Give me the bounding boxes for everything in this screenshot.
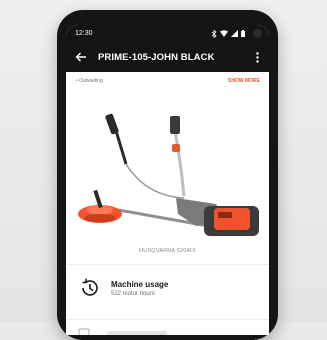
info-row: • Outwaiting SHOW MORE bbox=[66, 72, 269, 86]
phone-screen: 12:30 PRIME-105-JOHN BLACK • Outwaiting … bbox=[66, 25, 269, 335]
signal-icon bbox=[231, 30, 238, 37]
more-vertical-icon[interactable] bbox=[251, 48, 263, 66]
app-bar: PRIME-105-JOHN BLACK bbox=[66, 42, 269, 72]
partial-list-item[interactable] bbox=[66, 320, 269, 335]
usage-label: Machine usage bbox=[111, 279, 169, 289]
usage-value: 522 motor hours bbox=[111, 290, 155, 297]
status-time: 12:30 bbox=[75, 30, 93, 37]
show-more-link[interactable]: SHOW MORE bbox=[228, 78, 260, 84]
bluetooth-icon bbox=[211, 29, 217, 38]
list-item-icon bbox=[78, 328, 90, 335]
page-title: PRIME-105-JOHN BLACK bbox=[98, 51, 215, 63]
machine-usage-row[interactable]: Machine usage 522 motor hours bbox=[66, 265, 269, 309]
product-caption: HUSQVARNA 520iRX bbox=[139, 248, 196, 254]
history-icon bbox=[77, 275, 103, 301]
status-icons bbox=[211, 29, 262, 38]
status-bar: 12:30 bbox=[66, 25, 269, 42]
status-text: • Outwaiting bbox=[76, 78, 103, 84]
usage-texts: Machine usage 522 motor hours bbox=[111, 280, 168, 297]
list-item-placeholder bbox=[107, 330, 167, 335]
arrow-left-icon[interactable] bbox=[72, 48, 90, 66]
product-image bbox=[66, 86, 269, 246]
trimmer-illustration bbox=[78, 113, 259, 236]
battery-icon bbox=[241, 30, 245, 37]
front-camera bbox=[253, 29, 262, 38]
wifi-icon bbox=[220, 30, 228, 37]
